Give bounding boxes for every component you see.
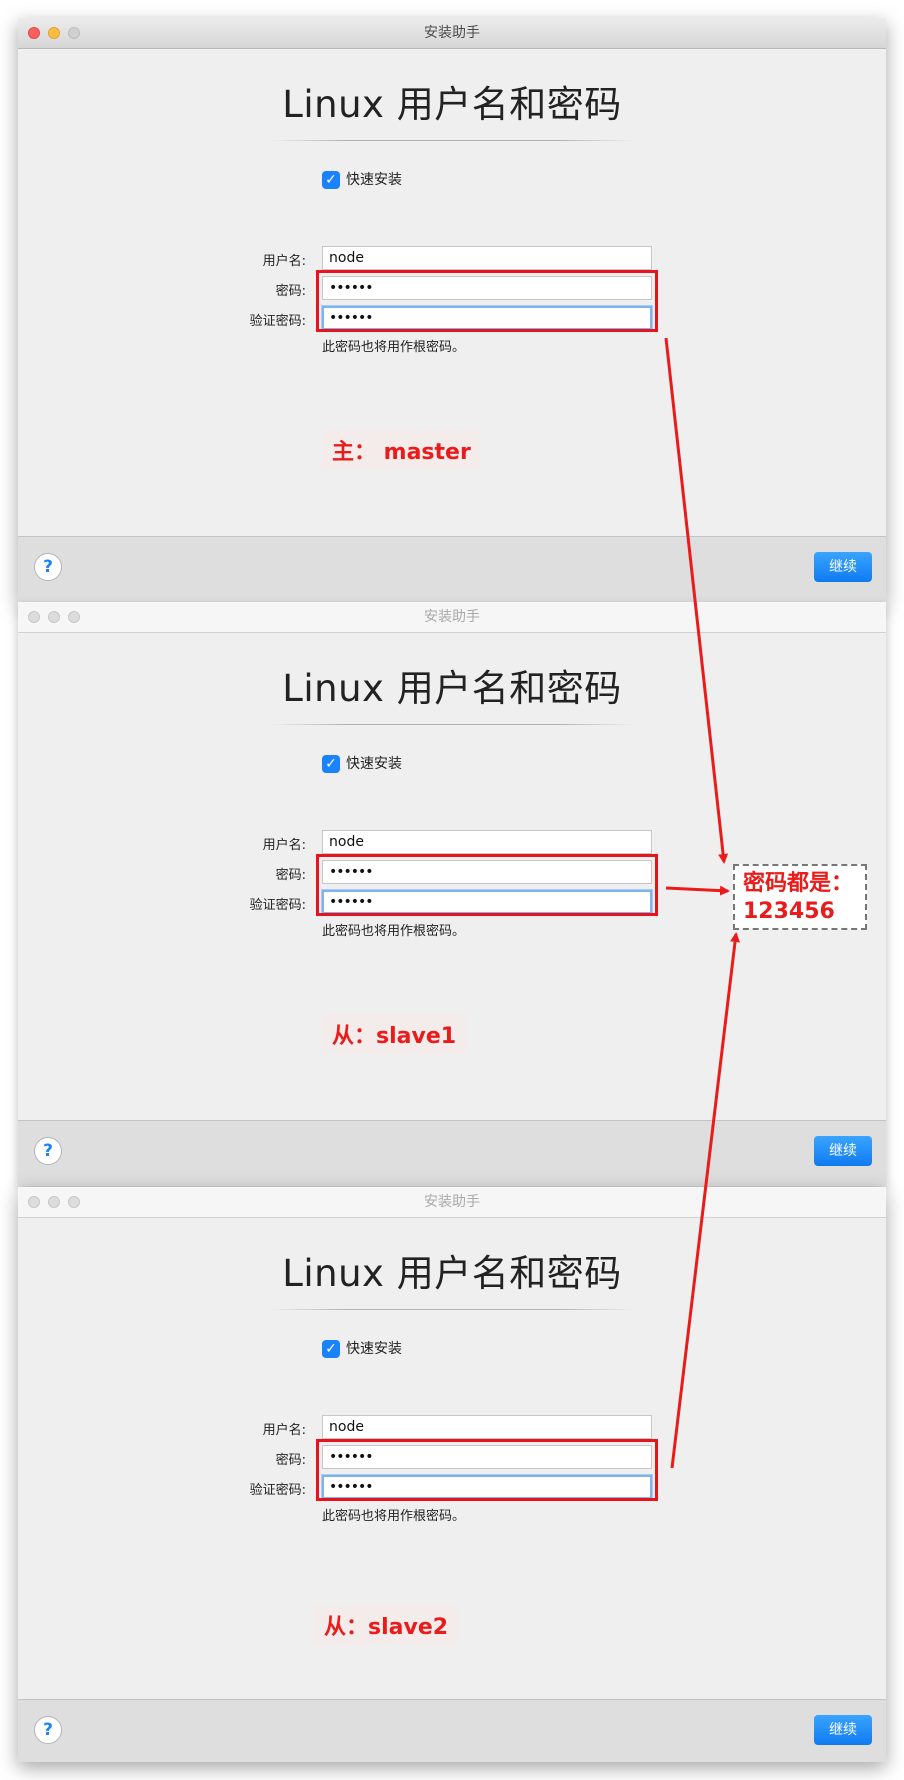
arrow-from-master [664, 337, 729, 864]
arrow-from-slave2 [670, 932, 741, 1469]
password-note-line2: 123456 [743, 899, 835, 924]
arrow-from-slave1 [665, 885, 730, 896]
password-note-box: 密码都是： 123456 [733, 864, 867, 930]
password-note-line1: 密码都是： [743, 871, 854, 896]
